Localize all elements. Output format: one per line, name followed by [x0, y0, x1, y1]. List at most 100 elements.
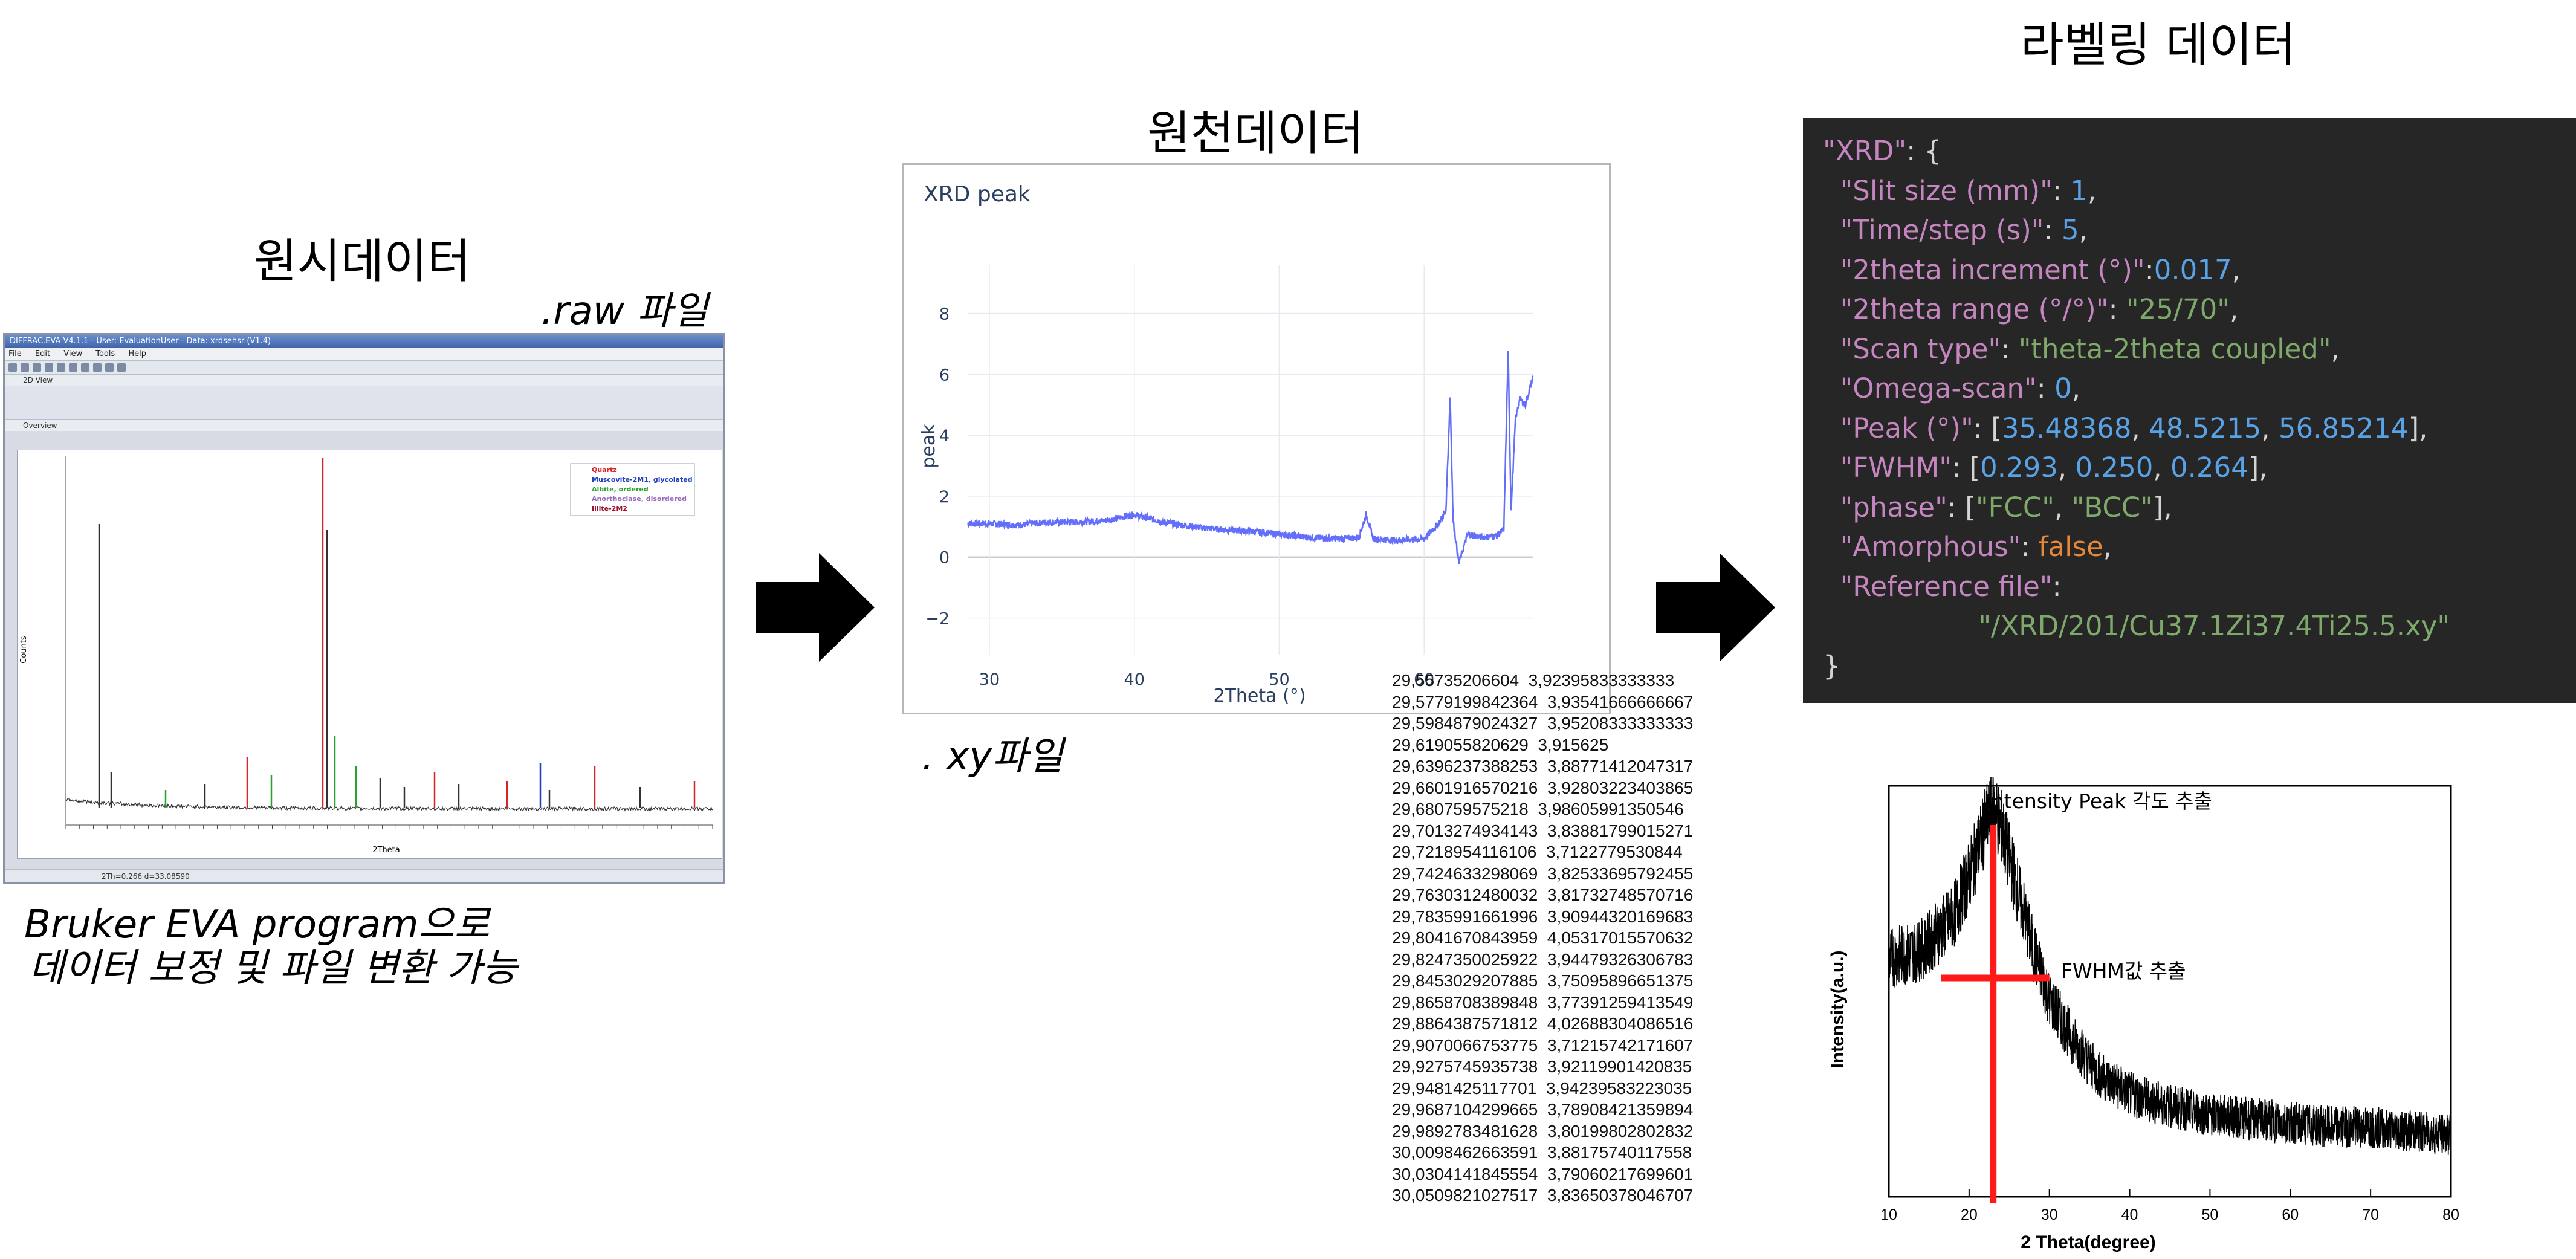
paste-icon[interactable]	[105, 363, 114, 372]
json-increment-value: 0.017	[2154, 253, 2232, 286]
peak-annotation: Intensity Peak 각도 추출	[1985, 789, 2212, 813]
eva-menubar: File Edit View Tools Help	[5, 348, 723, 361]
json-fwhm-value: 0.293	[1980, 451, 2058, 484]
eva-pattern-plot: Counts 2Theta Quartz Muscovite-2M1, glyc…	[17, 450, 722, 859]
xy-data-row: 29,9687104299665 3,78908421359894	[1392, 1100, 1694, 1119]
xy-data-row: 30,0509821027517 3,83650378046707	[1392, 1186, 1694, 1205]
xy-data-row: 29,55735206604 3,92395833333333	[1392, 671, 1675, 690]
undo-icon[interactable]	[57, 363, 65, 372]
xy-data-row: 29,7424633298069 3,82533695792455	[1392, 864, 1694, 883]
eva-pattern-trace	[65, 798, 713, 812]
new-icon[interactable]	[8, 363, 17, 372]
print-icon[interactable]	[45, 363, 53, 372]
eva-titlebar: DIFFRAC.EVA V4.1.1 - User: EvaluationUse…	[5, 335, 723, 348]
xrd-ytick-label: 6	[939, 366, 950, 384]
xy-data-row: 29,7218954116106 3,7122779530844	[1392, 843, 1683, 861]
eva-program-window: DIFFRAC.EVA V4.1.1 - User: EvaluationUse…	[3, 333, 725, 884]
xrd-ytick-label: −2	[925, 610, 950, 629]
xy-data-row: 29,5984879024327 3,95208333333333	[1392, 714, 1694, 733]
xy-data-row: 29,9070066753775 3,71215742171607	[1392, 1035, 1694, 1055]
xy-data-row: 29,9892783481628 3,80199802802832	[1392, 1121, 1694, 1141]
xy-data-row: 29,6601916570216 3,92803223403865	[1392, 778, 1694, 797]
intensity-xtick-label: 80	[2442, 1206, 2459, 1223]
intensity-xtick-label: 30	[2041, 1206, 2058, 1223]
open-icon[interactable]	[21, 363, 29, 372]
xrd-ytick-label: 8	[939, 305, 950, 323]
json-reference-value: "/XRD/201/Cu37.1Zi37.4Ti25.5.xy"	[1978, 610, 2450, 642]
cut-icon[interactable]	[81, 363, 89, 372]
labeling-data-title: 라벨링 데이터	[2021, 18, 2296, 73]
json-amorphous-key: "Amorphous"	[1840, 531, 2021, 563]
eva-xlabel: 2Theta	[372, 846, 400, 855]
zoom-icon[interactable]	[117, 363, 126, 372]
xy-data-row: 29,8247350025922 3,94479326306783	[1392, 950, 1694, 969]
xrd-xtick-label: 30	[979, 670, 1000, 689]
xrd-ytick-label: 0	[939, 549, 950, 568]
eva-subtab-overview[interactable]: Overview	[5, 420, 723, 431]
xrd-xtick-label: 40	[1124, 670, 1145, 689]
xy-data-row: 29,619055820629 3,915625	[1392, 735, 1609, 754]
save-icon[interactable]	[33, 363, 41, 372]
eva-menu-tools[interactable]: Tools	[95, 349, 115, 358]
source-data-title: 원천데이터	[1147, 106, 1364, 161]
json-root-key: "XRD"	[1823, 135, 1907, 167]
xy-data-row: 29,8864387571812 4,02688304086516	[1392, 1014, 1694, 1033]
xy-data-row: 29,6396237388253 3,88771412047317	[1392, 757, 1694, 775]
eva-pattern-svg: Counts 2Theta Quartz Muscovite-2M1, glyc…	[19, 456, 713, 855]
json-peak-value: 48.5215	[2149, 412, 2262, 444]
json-scan-key: "Scan type"	[1840, 332, 2001, 365]
eva-secondary-toolbar	[5, 386, 723, 420]
json-slit-value: 1	[2070, 174, 2088, 207]
xrd-xtick-label: 50	[1269, 670, 1289, 689]
eva-legend: Quartz Muscovite-2M1, glycolated Albite,…	[570, 463, 695, 516]
xy-data-row: 29,5779199842364 3,93541666666667	[1392, 692, 1694, 711]
eva-tab-2d-view[interactable]: 2D View	[5, 375, 723, 386]
legend-quartz: Quartz	[592, 466, 617, 474]
labeling-json-panel: "XRD": { "Slit size (mm)": 1, "Time/step…	[1803, 118, 2576, 703]
json-increment-key: "2theta increment (°)"	[1840, 253, 2145, 286]
json-peak-key: "Peak (°)"	[1840, 412, 1973, 444]
xy-data-row: 29,8041670843959 4,05317015570632	[1392, 928, 1694, 947]
json-time-key: "Time/step (s)"	[1840, 214, 2044, 246]
xrd-xlabel: 2Theta (°)	[1214, 685, 1306, 707]
copy-icon[interactable]	[93, 363, 102, 372]
json-phase-value: "FCC"	[1975, 491, 2054, 523]
fwhm-annotation: FWHM값 추출	[2061, 959, 2186, 983]
json-phase-value: "BCC"	[2071, 491, 2153, 523]
xy-data-row: 29,7013274934143 3,83881799015271	[1392, 821, 1694, 840]
json-amorphous-value: false	[2038, 531, 2103, 563]
intensity-xtick-label: 40	[2121, 1206, 2138, 1223]
xrd-ytick-label: 2	[939, 488, 950, 507]
redo-icon[interactable]	[69, 363, 77, 372]
intensity-xtick-label: 50	[2202, 1206, 2219, 1223]
xy-data-row: 30,0304141845554 3,79060217699601	[1392, 1164, 1694, 1183]
xy-data-list: 29,55735206604 3,92395833333333 29,577919…	[1392, 670, 1693, 1206]
json-peak-value: 35.48368	[2001, 412, 2132, 444]
arrow-right-icon	[756, 553, 875, 662]
eva-menu-edit[interactable]: Edit	[35, 349, 50, 358]
eva-ylabel: Counts	[19, 636, 28, 664]
json-root-close: }	[1823, 649, 1840, 682]
intensity-fwhm-chart: 2 Theta(degree) Intensity(a.u.) Intensit…	[1825, 770, 2460, 1257]
xy-data-row: 29,7835991661996 3,90944320169683	[1392, 907, 1694, 926]
xy-file-caption: . xy파일	[922, 734, 1064, 779]
xrd-ylabel: peak	[918, 424, 939, 468]
xrd-ytick-label: 4	[939, 427, 950, 445]
eva-toolbar	[5, 361, 723, 375]
json-omega-key: "Omega-scan"	[1840, 372, 2037, 404]
json-time-value: 5	[2061, 214, 2079, 246]
xy-data-row: 29,8453029207885 3,75095896651375	[1392, 971, 1694, 990]
json-omega-value: 0	[2054, 372, 2072, 404]
xrd-peak-svg: XRD peak 2Theta (°) peak −20246830 40 50 60	[918, 182, 1534, 707]
xy-data-row: 29,9481425117701 3,94239583223035	[1392, 1078, 1692, 1098]
xrd-series-line	[967, 351, 1534, 565]
json-root-open: : {	[1906, 135, 1942, 167]
intensity-xtick-label: 10	[1880, 1206, 1897, 1223]
eva-menu-help[interactable]: Help	[128, 349, 146, 358]
intensity-fwhm-svg: 2 Theta(degree) Intensity(a.u.) Intensit…	[1828, 770, 2459, 1252]
eva-menu-file[interactable]: File	[8, 349, 22, 358]
eva-menu-view[interactable]: View	[63, 349, 82, 358]
xrd-chart-title: XRD peak	[924, 182, 1031, 207]
json-phase-key: "phase"	[1840, 491, 1947, 523]
intensity-xtick-label: 70	[2362, 1206, 2379, 1223]
